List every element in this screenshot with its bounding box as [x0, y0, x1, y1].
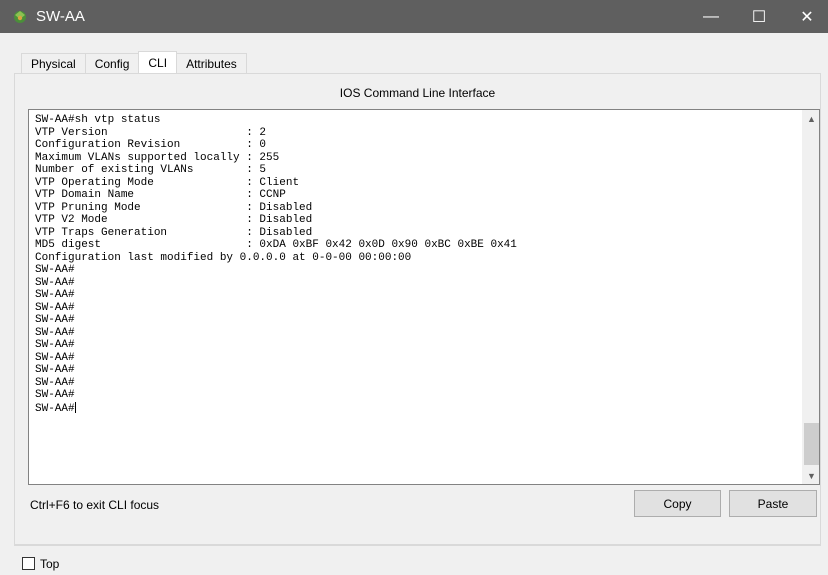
close-button[interactable]: ✕ [784, 0, 828, 33]
title-bar: SW-AA — ☐ ✕ [0, 0, 828, 33]
terminal-line: SW-AA# [35, 289, 75, 301]
terminal-line: Configuration last modified by 0.0.0.0 a… [35, 251, 412, 264]
tab-label: Attributes [186, 56, 237, 71]
window-title: SW-AA [36, 8, 85, 25]
terminal-line: MD5 digest : 0xDA 0xBF 0x42 0x0D 0x90 0x… [35, 239, 517, 251]
terminal-line: VTP Traps Generation : Disabled [35, 226, 313, 239]
tab-bar: Physical Config CLI Attributes [21, 51, 247, 73]
focus-hint: Ctrl+F6 to exit CLI focus [30, 498, 160, 512]
top-checkbox[interactable] [22, 557, 35, 570]
terminal-scrollbar[interactable]: ▲ ▼ [802, 110, 819, 484]
minimize-button[interactable]: — [688, 0, 734, 33]
terminal-line: SW-AA# [35, 376, 75, 389]
terminal-line: SW-AA# [35, 351, 75, 364]
top-checkbox-label: Top [40, 557, 60, 571]
tab-label: CLI [148, 55, 168, 70]
terminal-line: SW-AA#sh vtp status [35, 114, 161, 126]
tab-config[interactable]: Config [84, 53, 140, 73]
scroll-up-button[interactable]: ▲ [803, 110, 820, 127]
terminal-line: SW-AA# [35, 276, 75, 289]
terminal-line: SW-AA# [35, 264, 75, 276]
maximize-icon: ☐ [751, 8, 767, 26]
maximize-button[interactable]: ☐ [736, 0, 782, 33]
chevron-down-icon: ▼ [807, 470, 816, 481]
scroll-thumb[interactable] [804, 423, 819, 465]
terminal-line: VTP Domain Name : CCNP [35, 189, 286, 201]
cli-terminal[interactable]: SW-AA#sh vtp status VTP Version : 2 Config… [28, 109, 820, 485]
text-cursor [74, 401, 76, 413]
terminal-line: VTP Operating Mode : Client [35, 176, 300, 189]
minimize-icon: — [703, 7, 719, 25]
terminal-line: SW-AA# [35, 339, 75, 351]
terminal-line: SW-AA# [35, 326, 75, 339]
terminal-line: SW-AA# [35, 401, 76, 415]
terminal-line: SW-AA# [35, 389, 75, 401]
terminal-line: Maximum VLANs supported locally : 255 [35, 151, 280, 164]
tab-physical[interactable]: Physical [21, 53, 86, 73]
paste-button[interactable]: Paste [729, 490, 817, 517]
tab-label: Config [94, 56, 130, 71]
terminal-line: VTP Pruning Mode : Disabled [35, 201, 313, 214]
terminal-line: SW-AA# [35, 301, 75, 314]
scroll-down-button[interactable]: ▼ [803, 467, 820, 484]
chevron-up-icon: ▲ [807, 113, 816, 124]
cli-header: IOS Command Line Interface [339, 86, 496, 100]
terminal-line: Configuration Revision : 0 [35, 139, 267, 151]
close-icon: ✕ [800, 8, 814, 26]
packet-tracer-device-icon [14, 11, 26, 23]
terminal-line: SW-AA# [35, 314, 75, 326]
terminal-line: Number of existing VLANs : 5 [35, 164, 267, 176]
copy-button[interactable]: Copy [634, 490, 721, 517]
divider [14, 545, 821, 546]
terminal-output[interactable]: SW-AA#sh vtp status VTP Version : 2 Config… [35, 114, 800, 415]
tab-label: Physical [31, 56, 76, 71]
terminal-line: VTP V2 Mode : Disabled [35, 214, 313, 226]
tab-cli[interactable]: CLI [138, 51, 178, 73]
tab-attributes[interactable]: Attributes [176, 53, 247, 73]
terminal-line: VTP Version : 2 [35, 126, 267, 139]
terminal-line: SW-AA# [35, 364, 75, 376]
